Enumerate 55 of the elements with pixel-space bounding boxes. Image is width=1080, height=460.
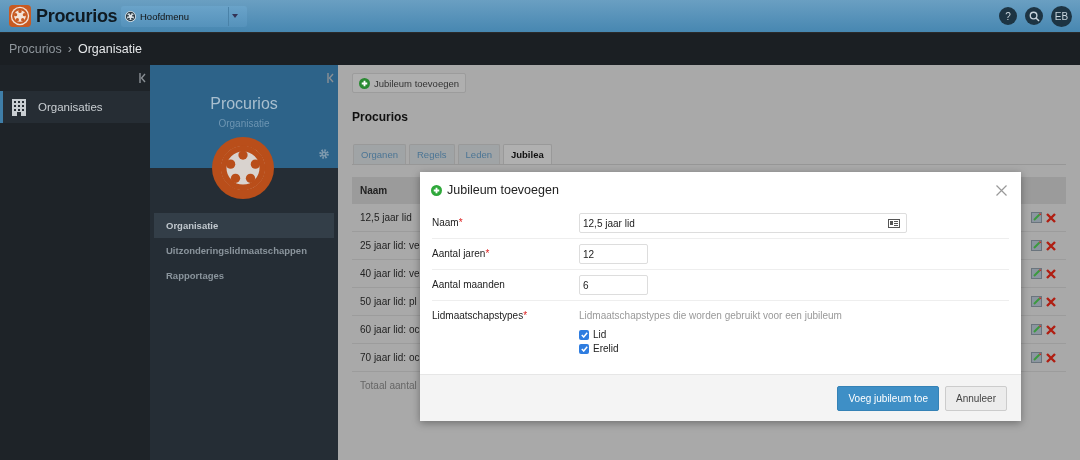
breadcrumb-separator: › bbox=[67, 42, 72, 56]
user-avatar[interactable]: EB bbox=[1051, 5, 1072, 27]
sidebar-item[interactable]: Organisaties bbox=[0, 91, 150, 123]
delete-icon[interactable] bbox=[1046, 324, 1056, 335]
delete-icon[interactable] bbox=[1046, 212, 1056, 223]
dialog-title: Jubileum toevoegen bbox=[447, 183, 560, 197]
panel-menu-item[interactable]: Organisatie bbox=[154, 213, 334, 238]
close-icon[interactable] bbox=[996, 184, 1007, 196]
settings-icon[interactable] bbox=[319, 149, 329, 159]
add-jubilee-button[interactable]: Jubileum toevoegen bbox=[352, 73, 467, 93]
delete-icon[interactable] bbox=[1046, 296, 1056, 307]
field-label: Aantal jaren* bbox=[432, 248, 490, 259]
organization-logo bbox=[212, 137, 274, 199]
caret-icon bbox=[232, 14, 238, 18]
page-title: Procurios bbox=[352, 110, 409, 124]
edit-icon[interactable] bbox=[1031, 324, 1042, 336]
logo-text: Procurios bbox=[36, 5, 118, 27]
logo-icon bbox=[9, 5, 31, 27]
edit-icon[interactable] bbox=[1031, 268, 1042, 280]
checkbox[interactable] bbox=[579, 329, 589, 340]
panel-menu-item[interactable]: Rapportages bbox=[154, 263, 334, 288]
main-menu-dropdown[interactable]: Hoofdmenu bbox=[121, 5, 247, 27]
search-icon bbox=[1028, 10, 1040, 22]
delete-icon[interactable] bbox=[1046, 352, 1056, 363]
wheel-icon bbox=[124, 9, 137, 23]
cancel-button[interactable]: Annuleer bbox=[944, 385, 1007, 411]
checkbox[interactable] bbox=[579, 343, 589, 354]
checkbox-label: Lid bbox=[593, 329, 607, 340]
breadcrumb-current: Organisatie bbox=[77, 42, 142, 56]
plus-icon bbox=[359, 77, 370, 89]
edit-icon[interactable] bbox=[1031, 352, 1042, 364]
checkbox-label: Erelid bbox=[593, 343, 619, 354]
help-button[interactable]: ? bbox=[999, 7, 1017, 25]
collapse-icon[interactable] bbox=[139, 73, 146, 83]
breadcrumb-link[interactable]: Procurios bbox=[9, 42, 62, 56]
edit-icon[interactable] bbox=[1031, 240, 1042, 252]
submit-button[interactable]: Voeg jubileum toe bbox=[837, 385, 939, 411]
panel-menu-item[interactable]: Uitzonderingslidmaatschappen bbox=[154, 238, 334, 263]
organization-subtitle: Organisatie bbox=[218, 118, 270, 129]
delete-icon[interactable] bbox=[1046, 240, 1056, 251]
table-footer: Totaal aantal bbox=[352, 371, 776, 399]
name-input[interactable]: 12,5 jaar lid bbox=[579, 213, 907, 233]
field-label: Aantal maanden bbox=[432, 279, 505, 290]
organization-title: Procurios bbox=[210, 95, 278, 113]
plus-icon bbox=[431, 184, 442, 196]
field-label: Naam* bbox=[432, 217, 463, 228]
tab[interactable]: Jubilea bbox=[503, 144, 552, 164]
contact-card-icon bbox=[888, 219, 900, 228]
edit-icon[interactable] bbox=[1031, 296, 1042, 308]
building-icon bbox=[12, 98, 26, 116]
number-input[interactable]: 12 bbox=[579, 244, 648, 264]
number-input[interactable]: 6 bbox=[579, 275, 648, 295]
search-button[interactable] bbox=[1025, 7, 1043, 25]
delete-icon[interactable] bbox=[1046, 268, 1056, 279]
edit-icon[interactable] bbox=[1031, 212, 1042, 224]
